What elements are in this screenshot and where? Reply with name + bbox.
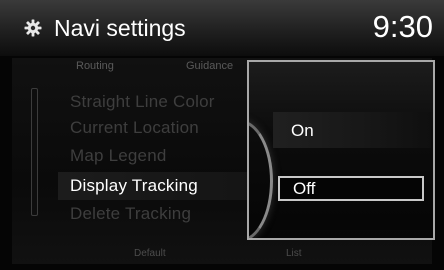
menu-item-straight-line-color[interactable]: Straight Line Color <box>70 92 215 112</box>
menu-scrollbar[interactable] <box>31 88 38 216</box>
option-off[interactable]: Off <box>293 179 315 199</box>
menu-item-map-legend[interactable]: Map Legend <box>70 146 167 166</box>
tab-routing[interactable]: Routing <box>76 60 114 72</box>
display-tracking-popup: On Off <box>247 60 435 240</box>
menu-item-delete-tracking[interactable]: Delete Tracking <box>70 204 191 224</box>
default-button[interactable]: Default <box>134 248 166 259</box>
option-on[interactable]: On <box>291 121 314 141</box>
navi-settings-screen: Navi settings 9:30 Routing Guidance Stra… <box>0 0 444 270</box>
menu-item-current-location[interactable]: Current Location <box>70 118 199 138</box>
gear-icon <box>24 19 42 37</box>
option-off-selected[interactable]: Off <box>278 176 424 201</box>
selector-dial-arc <box>249 120 273 238</box>
clock: 9:30 <box>372 9 433 44</box>
header-bar: Navi settings 9:30 <box>0 0 444 56</box>
menu-item-display-tracking[interactable]: Display Tracking <box>70 176 198 196</box>
page-title: Navi settings <box>54 15 186 41</box>
list-button[interactable]: List <box>286 248 302 259</box>
tab-guidance[interactable]: Guidance <box>186 60 233 72</box>
